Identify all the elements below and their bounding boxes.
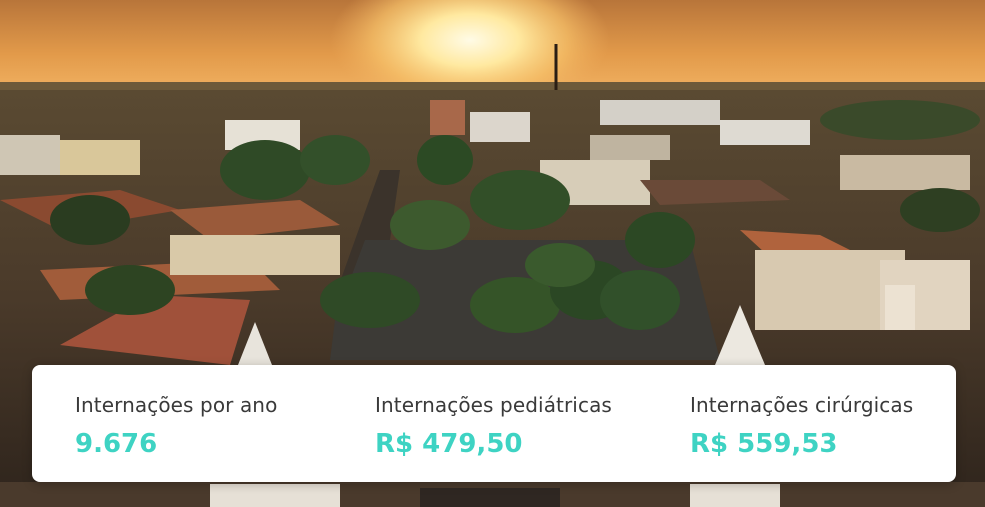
stat-surgical-admissions: Internações cirúrgicas R$ 559,53 [690,393,913,459]
stat-value: 9.676 [75,429,158,459]
stat-pediatric-admissions: Internações pediátricas R$ 479,50 [375,393,612,459]
stat-label: Internações cirúrgicas [690,393,914,417]
stat-label: Internações por ano [75,393,278,417]
stat-label: Internações pediátricas [375,393,612,417]
stat-value: R$ 479,50 [375,429,523,459]
stats-card: Internações por ano 9.676 Internações pe… [32,365,956,482]
stat-value: R$ 559,53 [690,429,838,459]
stat-annual-admissions: Internações por ano 9.676 [75,393,277,459]
